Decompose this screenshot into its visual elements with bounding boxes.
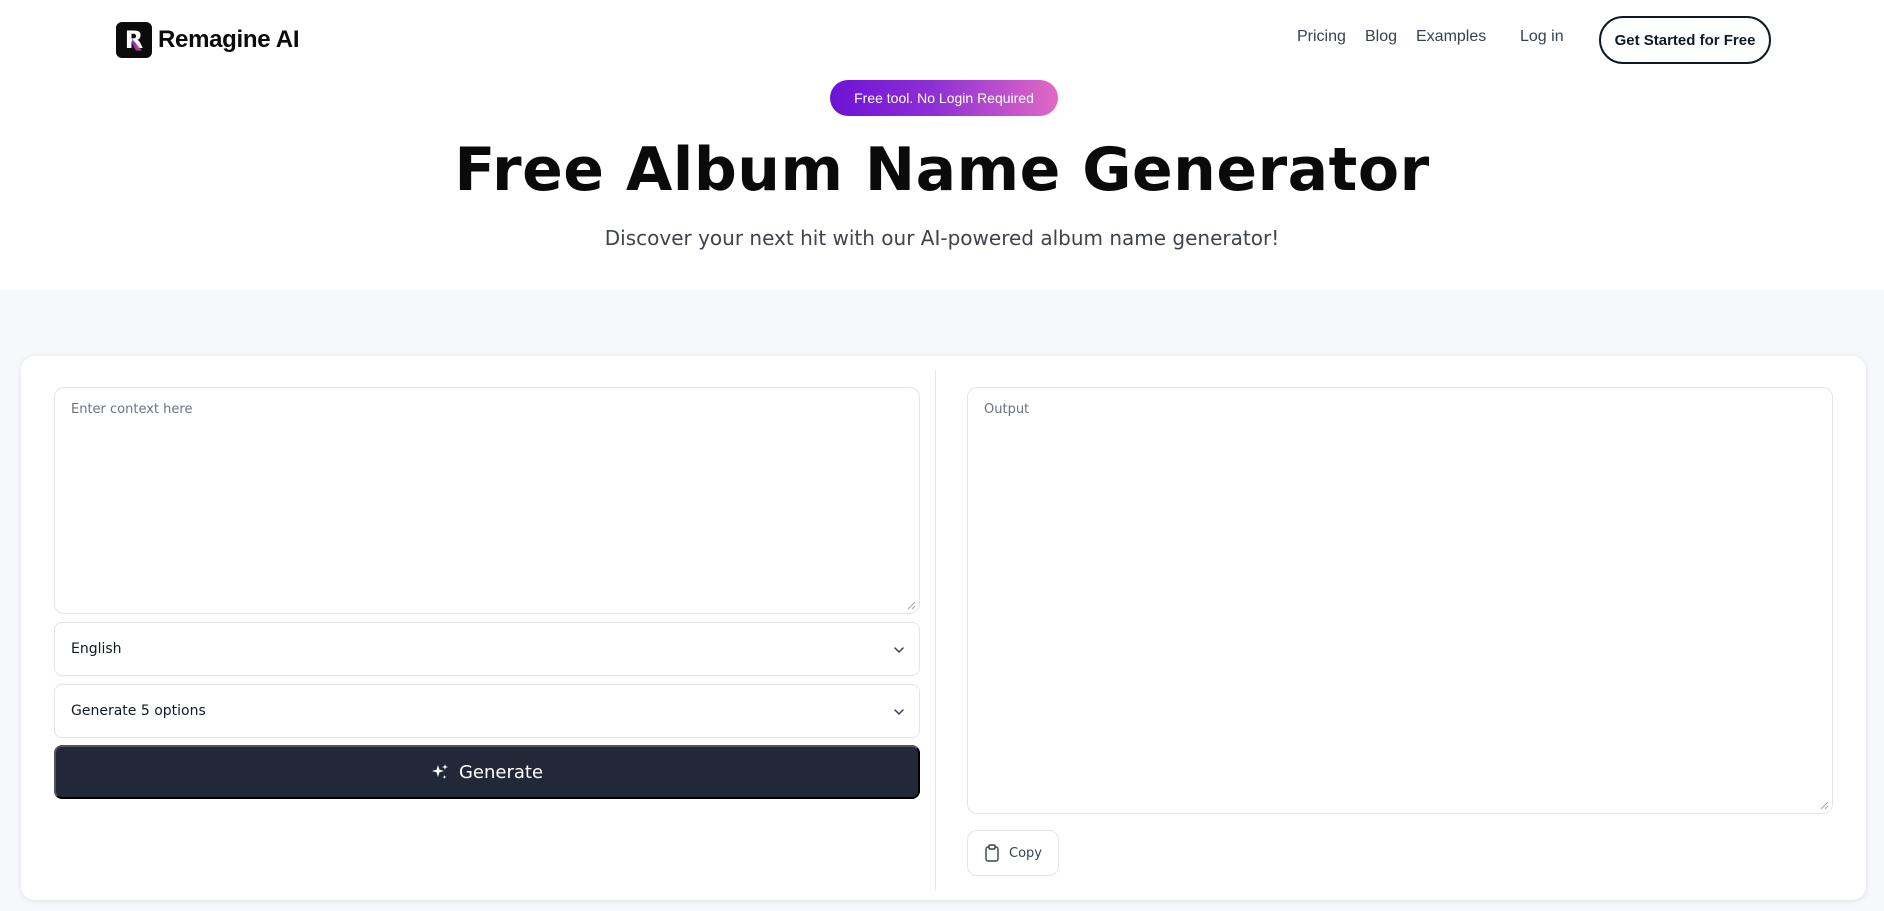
generator-card: Enter context here English Generate 5 op… (21, 356, 1866, 900)
context-input-placeholder: Enter context here (71, 402, 193, 417)
get-started-button[interactable]: Get Started for Free (1599, 16, 1771, 64)
resize-handle-icon[interactable] (906, 600, 916, 610)
copy-button-label: Copy (1009, 845, 1042, 861)
top-navbar: R Remagine AI Pricing Blog Examples Log … (0, 0, 1884, 80)
output-placeholder: Output (984, 402, 1030, 417)
output-area[interactable]: Output (967, 387, 1833, 814)
chevron-down-icon (894, 647, 904, 653)
brand-name: Remagine AI (158, 25, 300, 53)
language-select[interactable]: English (54, 622, 920, 676)
language-select-value: English (71, 641, 122, 657)
sparkle-icon (431, 764, 448, 779)
resize-handle-icon[interactable] (1819, 800, 1829, 810)
context-input[interactable]: Enter context here (54, 387, 920, 614)
generate-button-label: Generate (458, 761, 544, 783)
page: R Remagine AI Pricing Blog Examples Log … (0, 0, 1884, 911)
nav-link-blog[interactable]: Blog (1365, 28, 1397, 46)
brand-logo[interactable]: R Remagine AI (116, 21, 299, 58)
nav-link-login[interactable]: Log in (1520, 28, 1564, 46)
clipboard-icon (985, 844, 999, 862)
free-tool-badge: Free tool. No Login Required (830, 80, 1058, 116)
column-divider (935, 370, 936, 890)
nav-link-pricing[interactable]: Pricing (1297, 28, 1346, 46)
logo-mark-icon: R (116, 21, 152, 58)
copy-button[interactable]: Copy (967, 830, 1059, 876)
chevron-down-icon (894, 709, 904, 715)
generate-button[interactable]: Generate (54, 745, 920, 799)
options-count-select[interactable]: Generate 5 options (54, 684, 920, 738)
logo-letter: R (124, 25, 144, 54)
page-title: Free Album Name Generator (454, 135, 1430, 205)
page-subtitle: Discover your next hit with our AI-power… (604, 226, 1280, 250)
nav-link-examples[interactable]: Examples (1416, 28, 1486, 46)
options-count-select-value: Generate 5 options (71, 703, 206, 719)
tool-section: Enter context here English Generate 5 op… (0, 290, 1884, 911)
